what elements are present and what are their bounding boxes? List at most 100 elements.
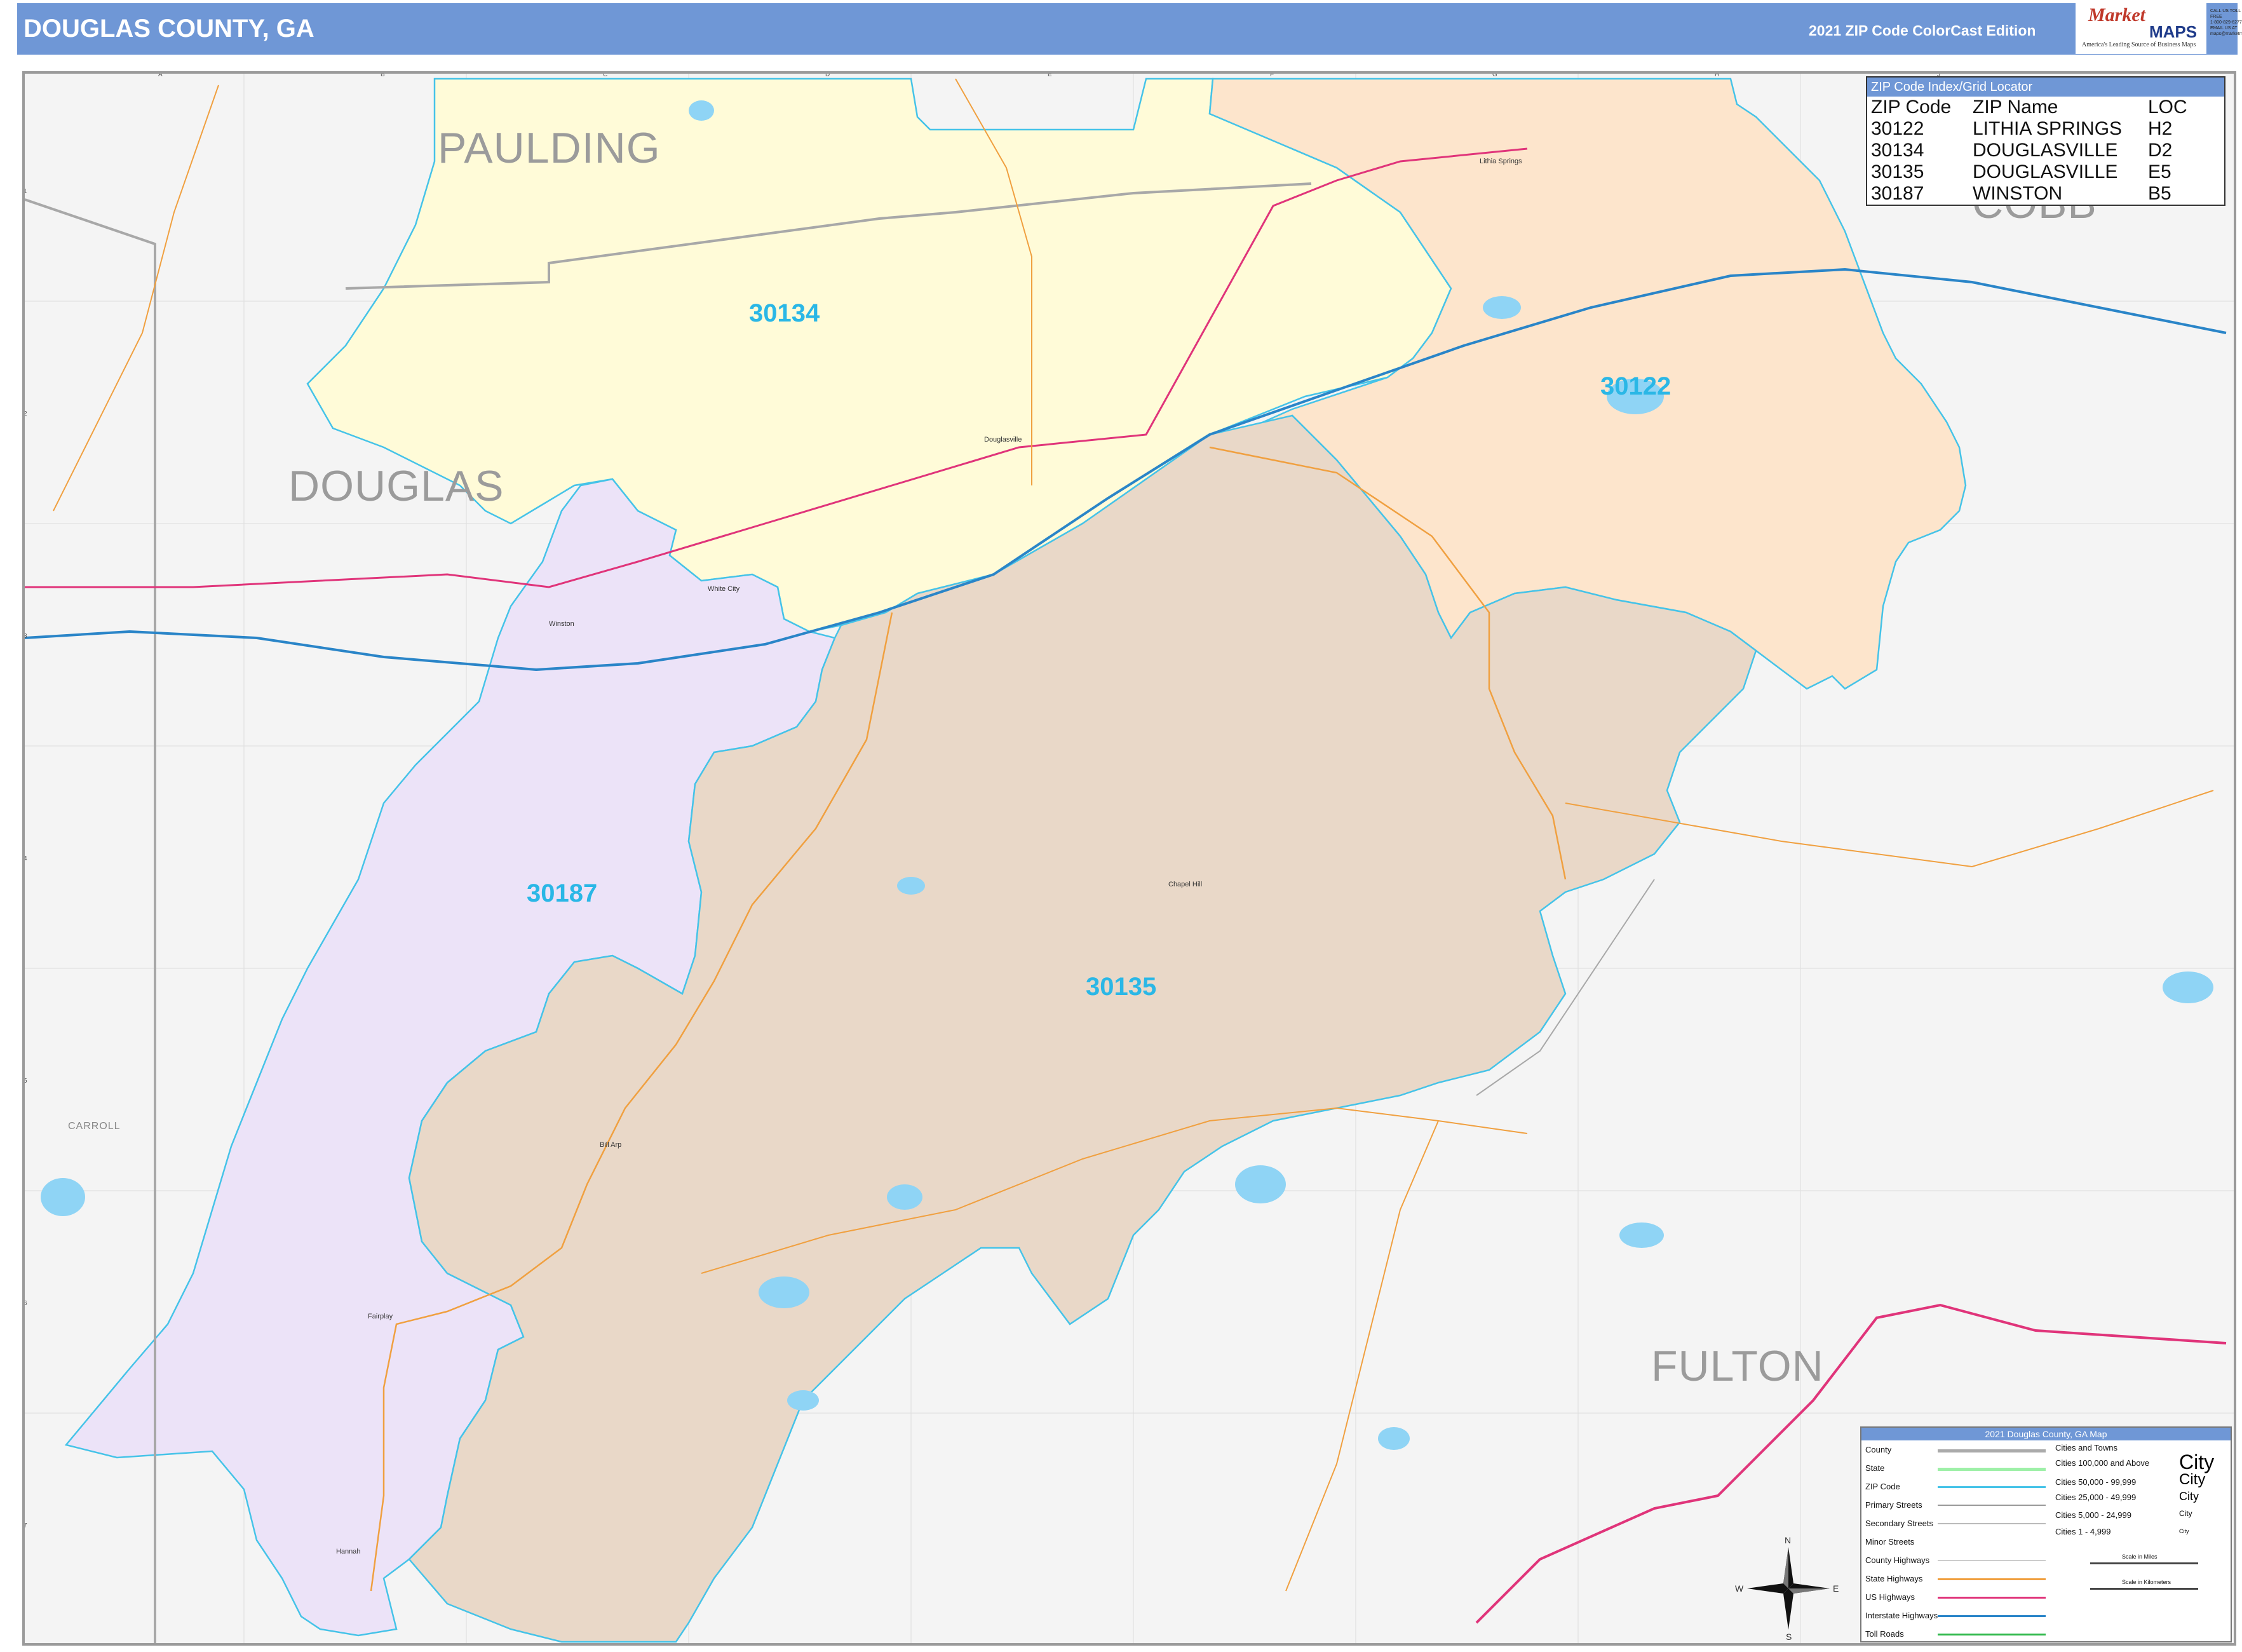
place-lithia-springs: Lithia Springs xyxy=(1480,158,1522,165)
legend-line-interstate xyxy=(1938,1615,2046,1617)
legend-item-zip: ZIP Code xyxy=(1865,1482,1900,1491)
zip-label-30134: 30134 xyxy=(749,299,820,327)
compass-n: N xyxy=(1785,1535,1792,1545)
grid-row-2: 2 xyxy=(24,410,27,417)
place-fairplay: Fairplay xyxy=(368,1313,393,1320)
state-highway-sw xyxy=(1285,1120,1439,1592)
zip-label-30135: 30135 xyxy=(1086,973,1157,1001)
legend-item-state-hwy: State Highways xyxy=(1865,1574,1923,1583)
grid-col-a: A xyxy=(158,71,163,78)
zip-index-row: 30187 WINSTON B5 xyxy=(1868,183,2190,205)
zip-index-cell: B5 xyxy=(2148,183,2171,204)
zip-index-panel: ZIP Code Index/Grid Locator ZIP Code ZIP… xyxy=(1866,76,2225,206)
compass-svg xyxy=(1747,1547,1830,1630)
place-hannah: Hannah xyxy=(336,1548,361,1555)
contact-line: CALL US TOLL FREE xyxy=(2210,9,2241,19)
legend-item-county: County xyxy=(1865,1445,1892,1454)
county-label-carroll: CARROLL xyxy=(68,1121,121,1132)
zip-index-header: LOC xyxy=(2148,97,2187,118)
place-white-city: White City xyxy=(708,585,740,593)
place-winston: Winston xyxy=(549,620,574,628)
legend-item-primary: Primary Streets xyxy=(1865,1500,1922,1510)
county-label-fulton: FULTON xyxy=(1651,1342,1824,1390)
legend-line-state xyxy=(1938,1468,2046,1471)
legend-item-secondary: Secondary Streets xyxy=(1865,1519,1933,1528)
legend-scale-bar xyxy=(2090,1562,2198,1564)
legend-item-interstate: Interstate Highways xyxy=(1865,1611,1938,1620)
compass-rose-icon: N S E W xyxy=(1735,1535,1839,1642)
grid-col-c: C xyxy=(603,71,608,78)
grid-row-3: 3 xyxy=(24,633,27,640)
map-canvas[interactable] xyxy=(25,74,2234,1643)
legend-title: 2021 Douglas County, GA Map xyxy=(1861,1428,2231,1440)
map-frame[interactable]: PAULDING DOUGLAS COBB FULTON CARROLL 301… xyxy=(22,71,2236,1646)
grid-col-e: E xyxy=(1048,71,1052,78)
legend-line-state-hwy xyxy=(1938,1578,2046,1580)
grid-row-4: 4 xyxy=(24,855,27,862)
zip-index-row: 30122 LITHIA SPRINGS H2 xyxy=(1868,118,2190,140)
legend-line-county xyxy=(1938,1449,2046,1452)
zip-label-30122: 30122 xyxy=(1600,372,1671,400)
legend-scale-miles: Scale in Miles xyxy=(2122,1554,2158,1560)
zip-index-cell: E5 xyxy=(2148,161,2171,182)
county-label-paulding: PAULDING xyxy=(438,124,661,172)
edition-label: 2021 ZIP Code ColorCast Edition xyxy=(1809,22,2036,39)
zip-index-header-row: ZIP Code ZIP Name LOC xyxy=(1868,97,2190,118)
contact-line: maps@marketmaps.com xyxy=(2210,32,2242,36)
compass-w: W xyxy=(1735,1583,1744,1594)
legend-line-county-hwy xyxy=(1938,1560,2046,1561)
legend-item-minor: Minor Streets xyxy=(1865,1537,1915,1547)
zip-index-cell: 30135 xyxy=(1871,161,1924,182)
grid-col-g: G xyxy=(1492,71,1497,78)
legend-city-class: Cities 100,000 and Above xyxy=(2055,1458,2150,1468)
logo-tagline: America's Leading Source of Business Map… xyxy=(2082,41,2196,48)
map-legend: 2021 Douglas County, GA Map County State… xyxy=(1860,1426,2232,1642)
legend-city-class: Cities 25,000 - 49,999 xyxy=(2055,1493,2137,1502)
grid-row-1: 1 xyxy=(24,188,27,195)
grid-row-6: 6 xyxy=(24,1300,27,1307)
zip-index-title: ZIP Code Index/Grid Locator xyxy=(1867,78,2224,97)
legend-scale-bar xyxy=(2090,1588,2198,1590)
zip-index-header: ZIP Code xyxy=(1871,97,1952,118)
zip-label-30187: 30187 xyxy=(527,879,598,907)
legend-line-us-hwy xyxy=(1938,1597,2046,1599)
market-maps-logo: Market MAPS America's Leading Source of … xyxy=(2076,3,2206,54)
county-label-douglas: DOUGLAS xyxy=(288,462,504,510)
legend-item-us-hwy: US Highways xyxy=(1865,1592,1915,1602)
logo-maps: MAPS xyxy=(2149,22,2198,41)
legend-item-state: State xyxy=(1865,1463,1885,1473)
legend-city-sample: City xyxy=(2179,1490,2199,1503)
zip-index-cell: 30134 xyxy=(1871,140,1924,161)
place-chapel-hill: Chapel Hill xyxy=(1168,881,1203,888)
zip-index-header: ZIP Name xyxy=(1973,97,2058,118)
zip-index-cell: LITHIA SPRINGS xyxy=(1973,118,2123,139)
legend-line-zip xyxy=(1938,1486,2046,1488)
legend-city-sample: City xyxy=(2179,1509,2192,1518)
legend-city-class: Cities 1 - 4,999 xyxy=(2055,1527,2111,1536)
legend-item-toll: Toll Roads xyxy=(1865,1629,1904,1639)
header-bar: DOUGLAS COUNTY, GA 2021 ZIP Code ColorCa… xyxy=(17,3,2242,55)
legend-line-primary xyxy=(1938,1505,2046,1506)
contact-line: 1-800-829-6277 xyxy=(2210,20,2242,25)
compass-e: E xyxy=(1833,1583,1839,1594)
logo-name: Market xyxy=(2088,4,2145,25)
legend-city-class: Cities 5,000 - 24,999 xyxy=(2055,1510,2131,1520)
zip-index-cell: DOUGLASVILLE xyxy=(1973,140,2118,161)
zip-index-cell: WINSTON xyxy=(1973,183,2063,204)
legend-line-toll xyxy=(1938,1634,2046,1635)
zip-index-cell: D2 xyxy=(2148,140,2173,161)
contact-line: EMAIL US AT xyxy=(2210,26,2238,30)
zip-index-cell: H2 xyxy=(2148,118,2173,139)
grid-row-5: 5 xyxy=(24,1078,27,1085)
legend-item-county-hwy: County Highways xyxy=(1865,1555,1930,1565)
contact-info: CALL US TOLL FREE 1-800-829-6277 EMAIL U… xyxy=(2210,8,2242,37)
place-douglasville: Douglasville xyxy=(984,436,1022,443)
grid-col-b: B xyxy=(381,71,385,78)
legend-line-secondary xyxy=(1938,1523,2046,1524)
grid-col-d: D xyxy=(825,71,830,78)
zip-index-row: 30135 DOUGLASVILLE E5 xyxy=(1868,161,2190,183)
legend-city-sample: City xyxy=(2179,1471,2206,1488)
zip-index-row: 30134 DOUGLASVILLE D2 xyxy=(1868,140,2190,161)
grid-col-f: F xyxy=(1270,71,1274,78)
zip-index-table: ZIP Code ZIP Name LOC 30122 LITHIA SPRIN… xyxy=(1868,97,2190,205)
